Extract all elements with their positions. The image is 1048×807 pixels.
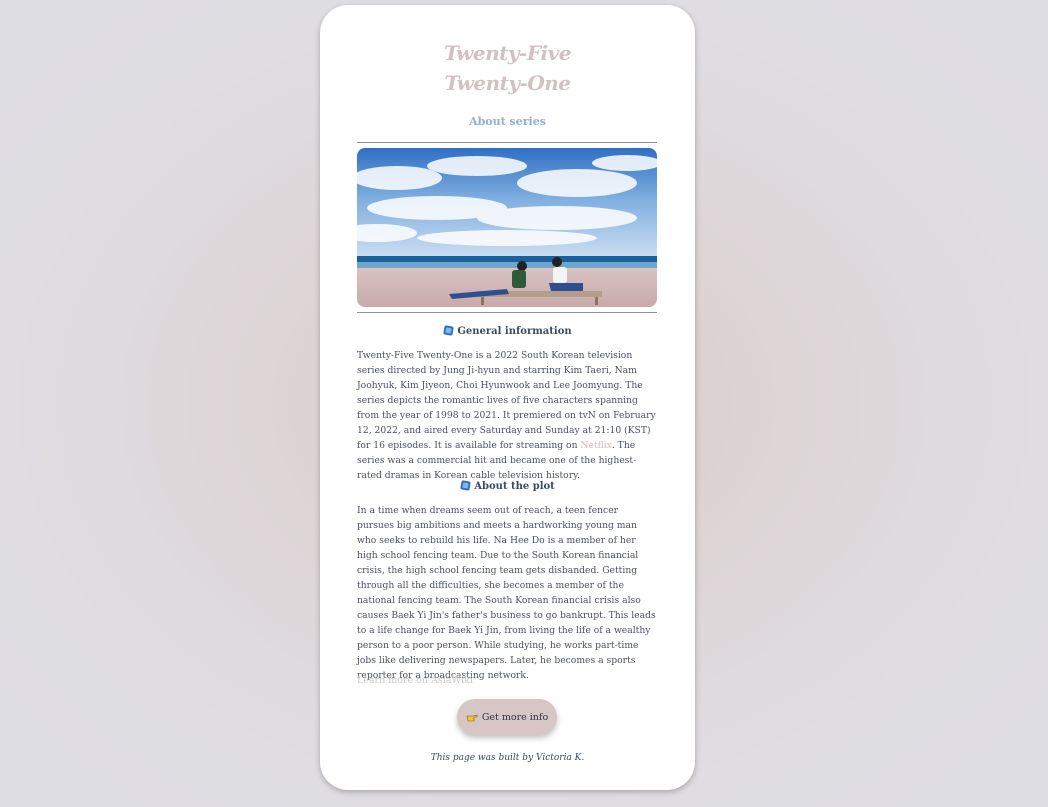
plot-text: In a time when dreams seem out of reach,… [357, 505, 656, 681]
about-series-link[interactable]: About series [320, 115, 695, 128]
divider-bottom [357, 312, 657, 313]
gem-icon [460, 480, 471, 491]
general-info-text: Twenty-Five Twenty-One is a 2022 South K… [357, 350, 656, 481]
pointing-hand-icon [466, 714, 478, 722]
get-more-info-button[interactable]: Get more info [457, 699, 557, 735]
title-line-1: Twenty-Five [444, 41, 571, 65]
netflix-link[interactable]: Netflix [580, 440, 611, 451]
page-title: Twenty-Five Twenty-One [320, 38, 695, 98]
plot-heading: About the plot [320, 480, 695, 492]
divider-top [357, 142, 657, 143]
gem-icon [443, 325, 454, 336]
learn-more-link[interactable]: Learn more on AsiaWiki [357, 675, 473, 686]
title-line-2: Twenty-One [444, 71, 571, 95]
footer-credit: This page was built by Victoria K. [430, 753, 585, 763]
beach-scene-image [357, 148, 657, 307]
general-info-heading: General information [320, 325, 695, 337]
content-card: Twenty-Five Twenty-One About series Gene… [320, 5, 695, 790]
hero-image [357, 148, 657, 307]
